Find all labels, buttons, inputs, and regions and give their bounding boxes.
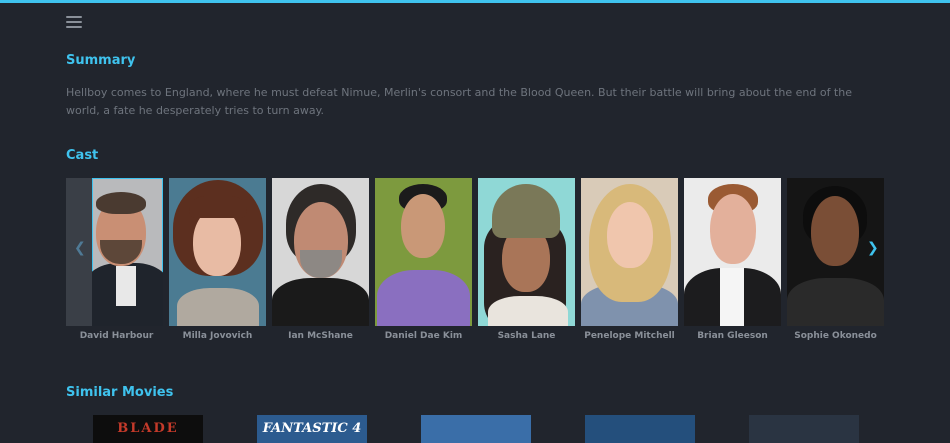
cast-carousel: David Harbour Milla Jovovich Ian McShane…	[66, 178, 886, 348]
cast-card[interactable]: Sasha Lane	[478, 178, 575, 341]
similar-movie-poster[interactable]	[421, 415, 531, 443]
cast-name: Brian Gleeson	[697, 331, 768, 341]
cast-photo	[375, 178, 472, 326]
cast-name: Ian McShane	[288, 331, 353, 341]
similar-movie-poster[interactable]: FANTASTIC 4	[257, 415, 367, 443]
cast-name: David Harbour	[79, 331, 154, 341]
cast-card[interactable]: Daniel Dae Kim	[375, 178, 472, 341]
summary-text: Hellboy comes to England, where he must …	[66, 86, 852, 117]
cast-name: Sasha Lane	[497, 331, 556, 341]
chevron-right-icon[interactable]: ❯	[867, 240, 879, 256]
cast-name: Sophie Okonedo	[794, 331, 877, 341]
hamburger-menu-icon[interactable]	[66, 15, 82, 29]
cast-heading: Cast	[66, 148, 99, 163]
cast-photo	[272, 178, 369, 326]
cast-card[interactable]: Penelope Mitchell	[581, 178, 678, 341]
cast-photo	[169, 178, 266, 326]
summary-heading: Summary	[66, 53, 136, 68]
top-accent-bar	[0, 0, 950, 3]
poster-title: BLADE	[117, 421, 179, 436]
cast-name: Daniel Dae Kim	[384, 331, 463, 341]
similar-movie-poster[interactable]: BLADE	[93, 415, 203, 443]
cast-name: Milla Jovovich	[182, 331, 253, 341]
similar-movies-heading: Similar Movies	[66, 385, 174, 400]
cast-photo	[684, 178, 781, 326]
cast-card[interactable]: Brian Gleeson	[684, 178, 781, 341]
similar-movie-poster[interactable]	[585, 415, 695, 443]
cast-card[interactable]: Milla Jovovich	[169, 178, 266, 341]
cast-name: Penelope Mitchell	[584, 331, 675, 341]
poster-title: FANTASTIC 4	[262, 421, 362, 436]
cast-photo	[581, 178, 678, 326]
chevron-left-icon[interactable]: ❮	[74, 240, 86, 256]
cast-card[interactable]: Ian McShane	[272, 178, 369, 341]
similar-movie-poster[interactable]	[749, 415, 859, 443]
cast-photo	[92, 178, 163, 326]
cast-photo	[478, 178, 575, 326]
